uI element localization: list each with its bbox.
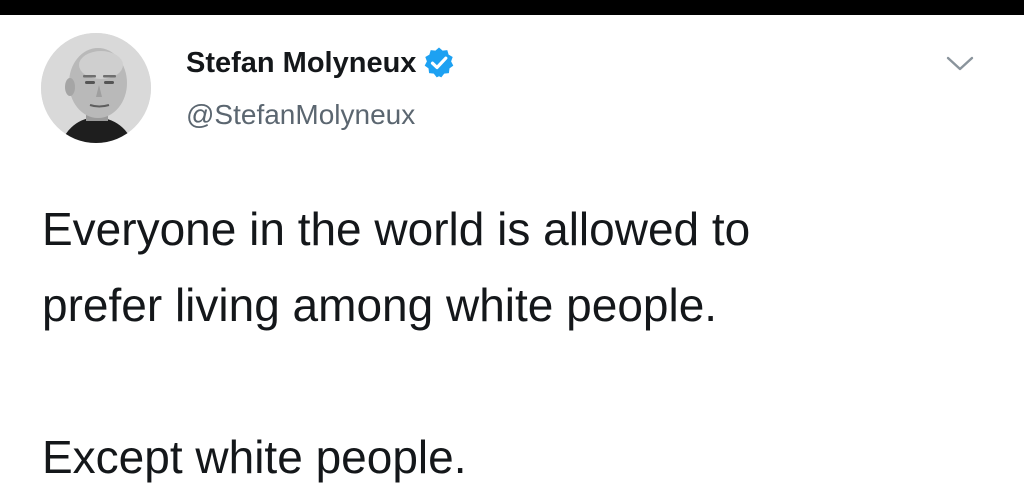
author-handle[interactable]: @StefanMolyneux [186,99,415,131]
tweet-text-line-1: Everyone in the world is allowed to [42,203,751,255]
verified-badge-icon [422,46,456,80]
chevron-down-icon[interactable] [943,53,977,75]
avatar[interactable] [41,33,151,143]
avatar-image [41,33,151,143]
tweet-text: Everyone in the world is allowed to pref… [42,191,1002,495]
top-frame-bar [0,0,1024,15]
author-display-name[interactable]: Stefan Molyneux [186,47,416,80]
tweet-text-line-2: prefer living among white people. [42,279,718,331]
tweet-text-line-3: Except white people. [42,431,467,483]
author-name-row: Stefan Molyneux [186,43,456,83]
tweet-card: Stefan Molyneux @StefanMolyneux Everyone… [0,15,1024,502]
